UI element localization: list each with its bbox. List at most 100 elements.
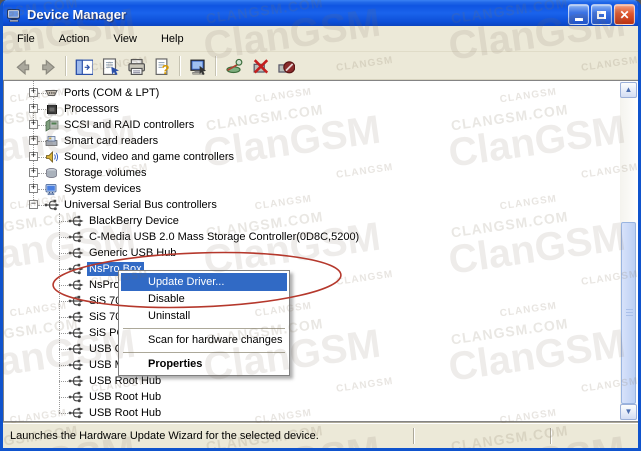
tree-item-label: Ports (COM & LPT) <box>64 87 160 99</box>
device-manager-icon <box>7 8 20 22</box>
toolbar: ? <box>3 52 638 80</box>
toolbar-button-update-driver[interactable] <box>185 54 209 78</box>
scan-hardware-icon <box>225 58 242 74</box>
tree-item-row[interactable]: USB Root Hub <box>4 389 620 405</box>
statusbar: Launches the Hardware Update Wizard for … <box>3 423 638 448</box>
scrollbar-thumb[interactable] <box>621 222 636 404</box>
tree-item-row[interactable]: USB Root Hub <box>4 373 620 389</box>
vertical-scrollbar[interactable]: ▲ ▼ <box>620 82 637 420</box>
tree-item-row[interactable]: USB C <box>4 341 620 357</box>
toolbar-button-console-tree[interactable] <box>71 54 95 78</box>
tree-item-row[interactable]: Generic USB Hub <box>4 245 620 261</box>
tree-item-row[interactable]: SiS PC <box>4 325 620 341</box>
statusbar-text: Launches the Hardware Update Wizard for … <box>10 430 319 442</box>
device-tree: + Ports (COM & LPT) + Processors + SCSI and R… <box>3 80 638 422</box>
toolbar-separator <box>179 55 181 76</box>
tree-item-row[interactable]: + Storage volumes <box>4 165 620 181</box>
context-menu-item[interactable]: Scan for hardware changes <box>121 332 287 349</box>
tree-item-row[interactable]: SiS 70 <box>4 309 620 325</box>
tree-item-row[interactable]: NsPro <box>4 277 620 293</box>
processor-icon <box>47 103 57 116</box>
tree-item-label: Processors <box>64 103 120 115</box>
titlebar: Device Manager ✕ <box>3 0 638 29</box>
smartcard-icon <box>45 136 58 146</box>
tree-item-row[interactable]: NsPro Box <box>4 261 620 277</box>
toolbar-button-back[interactable] <box>9 54 33 78</box>
toolbar-button-disable[interactable] <box>247 54 271 78</box>
tree-item-row[interactable]: SiS 70 <box>4 293 620 309</box>
toolbar-button-forward[interactable] <box>35 54 59 78</box>
sound-icon <box>46 151 59 163</box>
tree-item-label: Generic USB Hub <box>89 247 177 259</box>
maximize-button[interactable] <box>591 4 612 25</box>
properties-icon <box>102 58 119 75</box>
tree-item-label: Smart card readers <box>64 135 159 147</box>
tree-item-row[interactable]: BlackBerry Device <box>4 213 620 229</box>
scroll-up-button[interactable]: ▲ <box>620 82 637 98</box>
tree-item-row[interactable]: − Universal Serial Bus controllers <box>4 197 620 213</box>
scrollbar-grip <box>626 309 633 317</box>
statusbar-divider <box>413 428 415 444</box>
context-menu-item[interactable]: Update Driver... <box>121 273 287 291</box>
close-button[interactable]: ✕ <box>614 4 635 25</box>
context-menu-item[interactable]: Uninstall <box>121 308 287 325</box>
menu-view[interactable]: View <box>107 30 147 48</box>
tree-item-label: C-Media USB 2.0 Mass Storage Controller(… <box>89 231 360 243</box>
maximize-icon <box>597 10 606 19</box>
expand-icon[interactable]: + <box>29 88 38 97</box>
toolbar-button-properties[interactable] <box>97 54 121 78</box>
window-title: Device Manager <box>27 7 126 22</box>
tree-item-row[interactable]: + System devices <box>4 181 620 197</box>
menu-help[interactable]: Help <box>155 30 194 48</box>
menubar: File Action View Help <box>3 26 638 52</box>
context-menu-item[interactable]: Disable <box>121 291 287 308</box>
expand-icon[interactable]: + <box>29 184 38 193</box>
tree-item-row[interactable]: C-Media USB 2.0 Mass Storage Controller(… <box>4 229 620 245</box>
minimize-button[interactable] <box>568 4 589 25</box>
disable-icon <box>253 59 268 74</box>
tree-item-row[interactable]: USB Root Hub <box>4 405 620 421</box>
toolbar-button-help[interactable]: ? <box>149 54 173 78</box>
menu-file[interactable]: File <box>11 30 45 48</box>
toolbar-button-print[interactable] <box>123 54 147 78</box>
usb-icon <box>68 295 84 307</box>
back-icon <box>15 59 29 75</box>
expand-icon[interactable]: + <box>29 168 38 177</box>
console-tree-icon <box>75 59 93 75</box>
collapse-icon[interactable]: − <box>29 200 38 209</box>
ports-icon <box>45 90 58 96</box>
toolbar-button-uninstall[interactable] <box>273 54 297 78</box>
expand-icon[interactable]: + <box>29 152 38 161</box>
usb-icon <box>68 327 84 339</box>
toolbar-button-scan-hardware[interactable] <box>221 54 245 78</box>
tree-item-label: USB Root Hub <box>89 375 162 387</box>
close-icon: ✕ <box>619 7 630 22</box>
system-icon <box>45 184 57 196</box>
tree-item-label: SCSI and RAID controllers <box>64 119 195 131</box>
expand-icon[interactable]: + <box>29 136 38 145</box>
tree-item-row[interactable]: USB M <box>4 357 620 373</box>
expand-icon[interactable]: + <box>29 104 38 113</box>
usb-icon <box>68 215 84 227</box>
menu-action[interactable]: Action <box>53 30 100 48</box>
tree-item-label: NsPro <box>89 279 120 291</box>
context-menu-item[interactable]: Properties <box>121 356 287 373</box>
tree-item-label: USB Root Hub <box>89 407 162 419</box>
tree-item-row[interactable]: + Smart card readers <box>4 133 620 149</box>
expand-icon[interactable]: + <box>29 120 38 129</box>
minimize-icon <box>574 17 583 21</box>
usb-icon <box>68 375 84 387</box>
scroll-down-button[interactable]: ▼ <box>620 404 637 420</box>
context-menu: Update Driver... Disable Uninstall Scan for… <box>118 270 290 376</box>
tree-item-row[interactable]: + Processors <box>4 101 620 117</box>
tree-item-row[interactable]: + Sound, video and game controllers <box>4 149 620 165</box>
forward-icon <box>41 59 55 75</box>
tree-item-label: Storage volumes <box>64 167 147 179</box>
tree-item-label: USB Root Hub <box>89 391 162 403</box>
tree-item-row[interactable]: + SCSI and RAID controllers <box>4 117 620 133</box>
update-driver-icon <box>189 59 206 75</box>
tree-item-row[interactable]: + Ports (COM & LPT) <box>4 85 620 101</box>
device-manager-window: Device Manager ✕ File Action View Help ?… <box>0 0 641 451</box>
tree-item-label: Universal Serial Bus controllers <box>64 199 217 211</box>
uninstall-icon <box>277 61 295 74</box>
